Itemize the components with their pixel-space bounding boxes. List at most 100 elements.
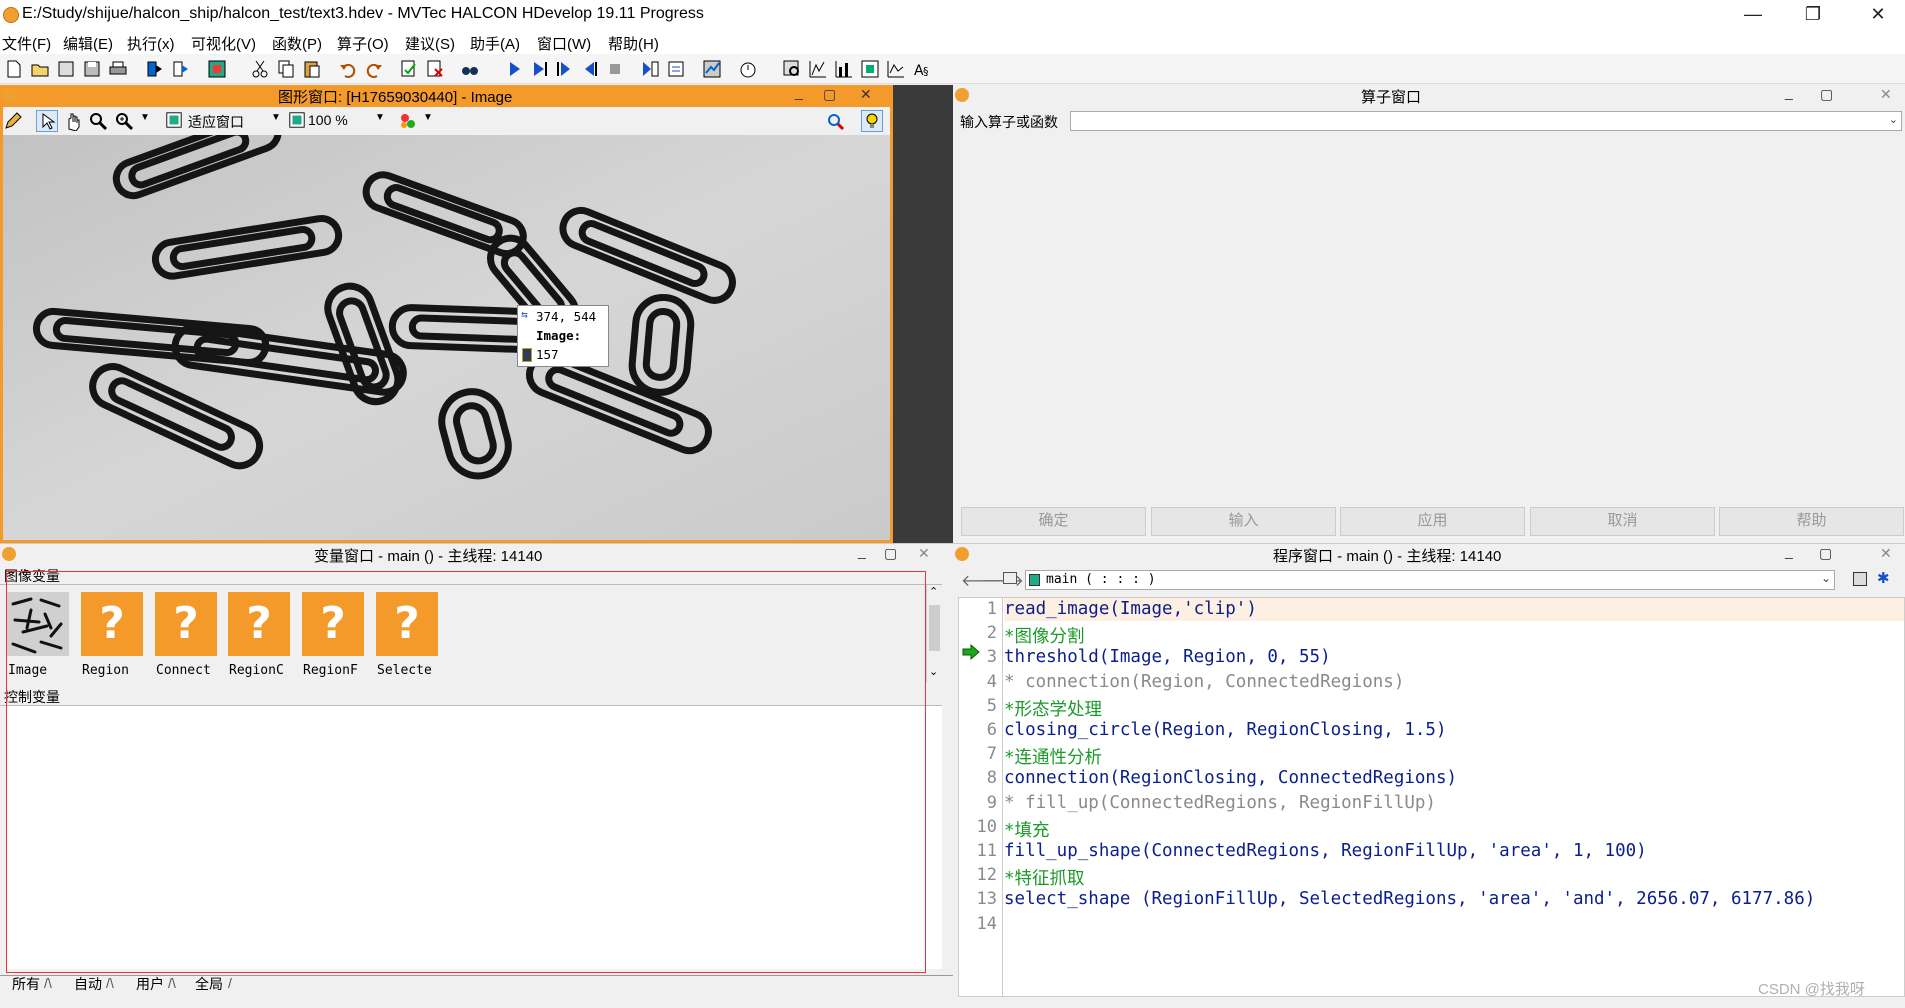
- scroll-thumb[interactable]: [929, 605, 940, 651]
- reset-icon[interactable]: [666, 59, 686, 79]
- enter-button[interactable]: 输入: [1151, 507, 1336, 536]
- cancel-button[interactable]: 取消: [1530, 507, 1715, 536]
- help-button[interactable]: 帮助: [1719, 507, 1904, 536]
- code-line[interactable]: *特征抓取: [1004, 865, 1085, 890]
- maximize-button[interactable]: ❐: [1790, 0, 1836, 30]
- code-line[interactable]: *填充: [1004, 817, 1050, 842]
- procedure-selector[interactable]: main ( : : : ) ⌄: [1025, 570, 1835, 590]
- image-var-connect[interactable]: ? Connect: [152, 592, 222, 682]
- menu-execute[interactable]: 执行(x): [127, 33, 175, 54]
- line-number[interactable]: 9: [959, 793, 997, 813]
- graphics-minimize-button[interactable]: _: [795, 84, 803, 100]
- variable-minimize-button[interactable]: _: [858, 543, 866, 559]
- image-var-image[interactable]: Image: [4, 592, 74, 682]
- line-number[interactable]: 1: [959, 599, 997, 619]
- code-line[interactable]: fill_up_shape(ConnectedRegions, RegionFi…: [1004, 841, 1647, 861]
- operator-minimize-button[interactable]: _: [1785, 84, 1793, 100]
- menu-suggestions[interactable]: 建议(S): [405, 33, 455, 54]
- menu-file[interactable]: 文件(F): [2, 33, 51, 54]
- image-3d-icon[interactable]: [825, 111, 845, 131]
- operator-search-combobox[interactable]: ⌄: [1070, 111, 1902, 131]
- colors-icon[interactable]: [398, 111, 418, 131]
- run-to-icon[interactable]: [171, 59, 191, 79]
- image-var-regionc[interactable]: ? RegionC: [225, 592, 295, 682]
- ocr-icon[interactable]: A §: [912, 59, 932, 79]
- program-close-button[interactable]: ✕: [1880, 545, 1892, 562]
- chevron-down-icon[interactable]: ⌄: [1889, 113, 1898, 126]
- line-number[interactable]: 2: [959, 623, 997, 643]
- lightbulb-icon[interactable]: [861, 110, 883, 132]
- fit-window-label[interactable]: 适应窗口: [188, 112, 244, 132]
- run-icon[interactable]: [505, 59, 525, 79]
- code-line[interactable]: * fill_up(ConnectedRegions, RegionFillUp…: [1004, 793, 1436, 813]
- feature-inspect-icon[interactable]: [860, 59, 880, 79]
- line-number[interactable]: 5: [959, 696, 997, 716]
- line-number[interactable]: 11: [959, 841, 997, 861]
- graphics-maximize-button[interactable]: ▢: [823, 86, 836, 103]
- profiler-icon[interactable]: [702, 59, 722, 79]
- program-minimize-button[interactable]: _: [1785, 543, 1793, 559]
- redo-icon[interactable]: [364, 59, 384, 79]
- code-line[interactable]: *连通性分析: [1004, 744, 1102, 769]
- close-button[interactable]: ✕: [1855, 0, 1901, 30]
- zoom-level-label[interactable]: 100 %: [308, 112, 348, 128]
- operator-close-button[interactable]: ✕: [1880, 86, 1892, 103]
- fit-window-icon[interactable]: [165, 111, 183, 129]
- stop-icon[interactable]: [605, 59, 625, 79]
- scroll-up-icon[interactable]: ⌃: [929, 585, 938, 598]
- line-number[interactable]: 6: [959, 720, 997, 740]
- cut-icon[interactable]: [250, 59, 270, 79]
- code-line[interactable]: * connection(Region, ConnectedRegions): [1004, 672, 1404, 692]
- line-number[interactable]: 8: [959, 768, 997, 788]
- open-file-icon[interactable]: [30, 59, 50, 79]
- variable-close-button[interactable]: ✕: [918, 545, 930, 562]
- variable-maximize-button[interactable]: ▢: [884, 545, 897, 562]
- procedure-settings-icon[interactable]: ✱: [1877, 569, 1890, 587]
- line-number[interactable]: 12: [959, 865, 997, 885]
- chevron-down-icon[interactable]: ⌄: [1821, 571, 1831, 585]
- tab-global[interactable]: 全局: [195, 974, 223, 994]
- image-inspect-icon[interactable]: [782, 59, 802, 79]
- minimize-button[interactable]: —: [1730, 0, 1776, 30]
- histogram-icon[interactable]: [808, 59, 828, 79]
- menu-visualize[interactable]: 可视化(V): [191, 33, 256, 54]
- code-line[interactable]: read_image(Image,'clip'): [1004, 599, 1257, 619]
- pointer-icon[interactable]: [36, 110, 58, 132]
- deactivate-icon[interactable]: [425, 59, 445, 79]
- menu-operators[interactable]: 算子(O): [337, 33, 389, 54]
- menu-edit[interactable]: 编辑(E): [63, 33, 113, 54]
- hand-icon[interactable]: [63, 111, 83, 131]
- line-number[interactable]: 7: [959, 744, 997, 764]
- tab-all[interactable]: 所有: [12, 974, 40, 994]
- code-line[interactable]: closing_circle(Region, RegionClosing, 1.…: [1004, 720, 1447, 740]
- operator-maximize-button[interactable]: ▢: [1820, 86, 1833, 103]
- image-vars-scrollbar[interactable]: ⌃ ⌄: [926, 585, 942, 682]
- tab-user[interactable]: 用户: [136, 974, 164, 994]
- paste-icon[interactable]: [302, 59, 322, 79]
- line-number[interactable]: 4: [959, 672, 997, 692]
- code-line[interactable]: threshold(Image, Region, 0, 55): [1004, 647, 1331, 667]
- save-procedure-icon[interactable]: [1853, 572, 1867, 586]
- ok-button[interactable]: 确定: [961, 507, 1146, 536]
- print-icon[interactable]: [108, 59, 128, 79]
- menu-help[interactable]: 帮助(H): [608, 33, 659, 54]
- colors-arrow-icon[interactable]: ▼: [423, 112, 433, 123]
- image-var-selecte[interactable]: ? Selecte: [373, 592, 443, 682]
- zoom-level-icon[interactable]: [288, 111, 306, 129]
- zoom-level-arrow-icon[interactable]: ▼: [375, 112, 385, 123]
- program-editor[interactable]: 1 2 3 4 5 6 7 8 9 10 11 12 13 14 read_image(Image,'cl…: [958, 597, 1905, 997]
- find-binoculars-icon[interactable]: [460, 59, 480, 79]
- step-over-icon[interactable]: [555, 59, 575, 79]
- line-number[interactable]: 10: [959, 817, 997, 837]
- bar-chart-icon[interactable]: [834, 59, 854, 79]
- step-into-icon[interactable]: [580, 59, 600, 79]
- tab-auto[interactable]: 自动: [74, 974, 102, 994]
- image-var-region[interactable]: ? Region: [78, 592, 148, 682]
- line-number[interactable]: 13: [959, 889, 997, 909]
- line-profile-icon[interactable]: [886, 59, 906, 79]
- reset-program-icon[interactable]: [640, 59, 660, 79]
- procedure-folder-icon[interactable]: [1003, 572, 1017, 584]
- timer-icon[interactable]: [738, 59, 758, 79]
- zoom-icon[interactable]: [114, 111, 134, 131]
- menu-assistants[interactable]: 助手(A): [470, 33, 520, 54]
